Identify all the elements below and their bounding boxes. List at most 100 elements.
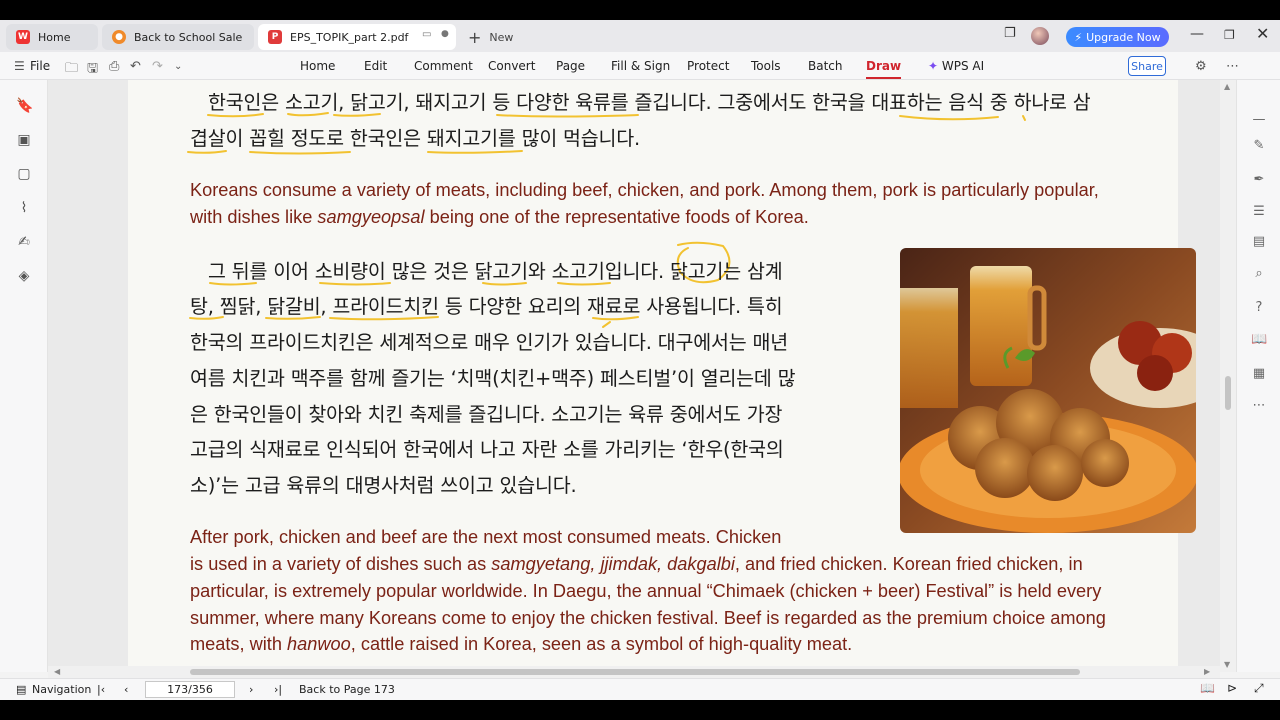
form-icon[interactable]: ▦ [1251, 366, 1267, 381]
pdf-icon: P [268, 30, 282, 44]
menu-edit[interactable]: Edit [364, 59, 387, 73]
english-paragraph-2-line-1: After pork, chicken and beef are the nex… [190, 527, 782, 547]
scroll-down-icon[interactable]: ▼ [1224, 660, 1230, 669]
new-tab-label: New [489, 31, 514, 44]
menu-page[interactable]: Page [556, 59, 585, 73]
help-icon[interactable]: ? [1251, 300, 1267, 315]
back-to-page-link[interactable]: Back to Page 173 [299, 683, 395, 696]
korean-paragraph-2-line-3: 한국의 프라이드치킨은 세계적으로 매우 인기가 있습니다. 대구에서는 매년 [190, 331, 788, 354]
maximize-icon[interactable]: ❐ [1224, 28, 1235, 42]
list-icon[interactable]: ☰ [1251, 204, 1267, 219]
last-page-icon[interactable]: ›| [274, 683, 282, 696]
reading-mode-icon[interactable]: 📖 [1200, 681, 1215, 695]
settings-gear-icon[interactable]: ⚙ [1195, 59, 1207, 74]
english-paragraph-2-line-4: summer, where many Koreans come to enjoy… [190, 608, 1106, 628]
previous-page-icon[interactable]: ‹ [124, 683, 128, 696]
menu-draw[interactable]: Draw [866, 59, 902, 79]
layout-icon[interactable]: ▤ [1251, 234, 1267, 249]
search-icon[interactable]: ⌕ [1251, 266, 1267, 281]
close-icon[interactable]: ✕ [1256, 24, 1269, 43]
pen-icon[interactable]: ✒ [1251, 172, 1267, 187]
comment-icon[interactable]: ▢ [16, 166, 32, 182]
horizontal-scrollbar[interactable]: ◀ ▶ [48, 666, 1220, 678]
fullscreen-icon[interactable]: ⤢ [1254, 681, 1264, 696]
english-paragraph-2-line-2: is used in a variety of dishes such as s… [190, 554, 1083, 574]
minimize-icon[interactable]: — [1190, 26, 1204, 42]
tab-home[interactable]: W Home [6, 24, 98, 50]
more-options-icon[interactable]: ⋯ [1226, 59, 1239, 74]
english-paragraph-1-line-2: with dishes like samgyeopsal being one o… [190, 207, 809, 227]
first-page-icon[interactable]: |‹ [97, 683, 105, 696]
tab-unsaved-dot-icon[interactable]: ● [441, 29, 449, 39]
edit-icon[interactable]: ✎ [1251, 138, 1267, 153]
scroll-right-icon[interactable]: ▶ [1204, 667, 1210, 676]
vertical-scroll-thumb[interactable] [1225, 376, 1231, 410]
korean-paragraph-2-line-7: 소)’는 고급 육류의 대명사처럼 쓰이고 있습니다. [190, 474, 577, 497]
vertical-scrollbar[interactable]: ▲ ▼ [1220, 80, 1236, 672]
plus-icon: + [468, 28, 482, 47]
pdf-page: 한국인은 소고기, 닭고기, 돼지고기 등 다양한 육류를 즐깁니다. 그중에서… [128, 80, 1196, 672]
korean-paragraph-1-line-1: 한국인은 소고기, 닭고기, 돼지고기 등 다양한 육류를 즐깁니다. 그중에서… [208, 91, 1091, 114]
print-icon[interactable]: ⎙ [109, 59, 119, 74]
layers-icon[interactable]: ◈ [16, 268, 32, 284]
window-mode-icon[interactable]: ❐ [1004, 26, 1016, 41]
hamburger-menu-icon[interactable]: ☰ [14, 59, 25, 73]
menu-bar: ☰ File 🗀 🖫 ⎙ ↶ ↷ ⌄ Home Edit Comment Con… [0, 52, 1280, 80]
book-icon[interactable]: 📖 [1251, 332, 1267, 347]
save-icon[interactable]: 🖫 [87, 59, 98, 81]
menu-tools[interactable]: Tools [751, 59, 781, 73]
undo-icon[interactable]: ↶ [130, 59, 141, 74]
navigation-panel-icon[interactable]: ▤ [16, 683, 26, 696]
redo-icon[interactable]: ↷ [152, 59, 163, 74]
status-bar: ▤ Navigation |‹ ‹ 173/356 › ›| Back to P… [0, 678, 1280, 700]
share-button[interactable]: Share [1128, 56, 1166, 76]
new-tab-button[interactable]: + New [468, 28, 513, 47]
english-paragraph-2-line-5: meats, with hanwoo, cattle raised in Kor… [190, 634, 853, 654]
upgrade-now-button[interactable]: ⚡ Upgrade Now [1066, 27, 1169, 47]
tab-label: Home [38, 30, 71, 44]
horizontal-scroll-thumb[interactable] [190, 669, 1080, 675]
korean-paragraph-1-line-2: 겹살이 꼽힐 정도로 한국인은 돼지고기를 많이 먹습니다. [190, 127, 641, 150]
menu-home[interactable]: Home [300, 59, 335, 73]
menu-batch[interactable]: Batch [808, 59, 843, 73]
menu-convert[interactable]: Convert [488, 59, 535, 73]
document-viewport[interactable]: 한국인은 소고기, 닭고기, 돼지고기 등 다양한 육류를 즐깁니다. 그중에서… [48, 80, 1220, 672]
play-icon[interactable]: ⊳ [1227, 681, 1237, 695]
tab-back-to-school-sale[interactable]: ● Back to School Sale [102, 24, 254, 50]
scroll-up-icon[interactable]: ▲ [1224, 82, 1230, 91]
english-paragraph-1-line-1: Koreans consume a variety of meats, incl… [190, 180, 1099, 200]
bookmark-icon[interactable]: 🔖 [16, 98, 33, 114]
avatar[interactable] [1031, 27, 1049, 45]
fried-chicken-and-beer-photo [900, 248, 1196, 533]
tab-screen-icon[interactable]: ▭ [422, 29, 431, 40]
menu-wps-ai[interactable]: ✦ WPS AI [928, 59, 984, 73]
tab-pdf-document[interactable]: P EPS_TOPIK_part 2.pdf ▭ ● [258, 24, 456, 50]
thumbnail-icon[interactable]: ▣ [16, 132, 32, 148]
navigation-label[interactable]: Navigation [32, 683, 91, 696]
more-dots-icon[interactable]: ⋯ [1251, 398, 1267, 413]
tab-label: Back to School Sale [134, 30, 243, 44]
chevron-down-icon[interactable]: ⌄ [174, 61, 182, 72]
korean-paragraph-2-line-4: 여름 치킨과 맥주를 함께 즐기는 ‘치맥(치킨+맥주) 페스티벌’이 열리는데… [190, 367, 796, 390]
menu-fill-sign[interactable]: Fill & Sign [611, 59, 670, 73]
file-menu[interactable]: File [30, 59, 50, 73]
tab-bar: W Home ● Back to School Sale P EPS_TOPIK… [0, 20, 1280, 52]
lightning-icon: ⚡ [1074, 30, 1083, 44]
tab-label: EPS_TOPIK_part 2.pdf [290, 30, 409, 44]
sparkle-icon: ✦ [928, 59, 939, 73]
scroll-left-icon[interactable]: ◀ [54, 667, 60, 676]
signature-icon[interactable]: ✍ [16, 234, 32, 250]
menu-comment[interactable]: Comment [414, 59, 473, 73]
english-paragraph-2-line-3: particular, is extremely popular worldwi… [190, 581, 1102, 601]
open-folder-icon[interactable]: 🗀 [65, 59, 78, 81]
attachment-icon[interactable]: ⌇ [16, 200, 32, 216]
right-sidebar: — ✎ ✒ ☰ ▤ ⌕ ? 📖 ▦ ⋯ [1236, 80, 1280, 672]
divider-icon: — [1252, 112, 1266, 127]
upgrade-label: Upgrade Now [1086, 30, 1161, 44]
menu-protect[interactable]: Protect [687, 59, 729, 73]
wps-ai-label: WPS AI [941, 59, 985, 73]
pdf-app-window: W Home ● Back to School Sale P EPS_TOPIK… [0, 20, 1280, 700]
next-page-icon[interactable]: › [249, 683, 253, 696]
left-sidebar: 🔖 ▣ ▢ ⌇ ✍ ◈ [0, 80, 48, 672]
page-number-input[interactable]: 173/356 [145, 681, 235, 698]
